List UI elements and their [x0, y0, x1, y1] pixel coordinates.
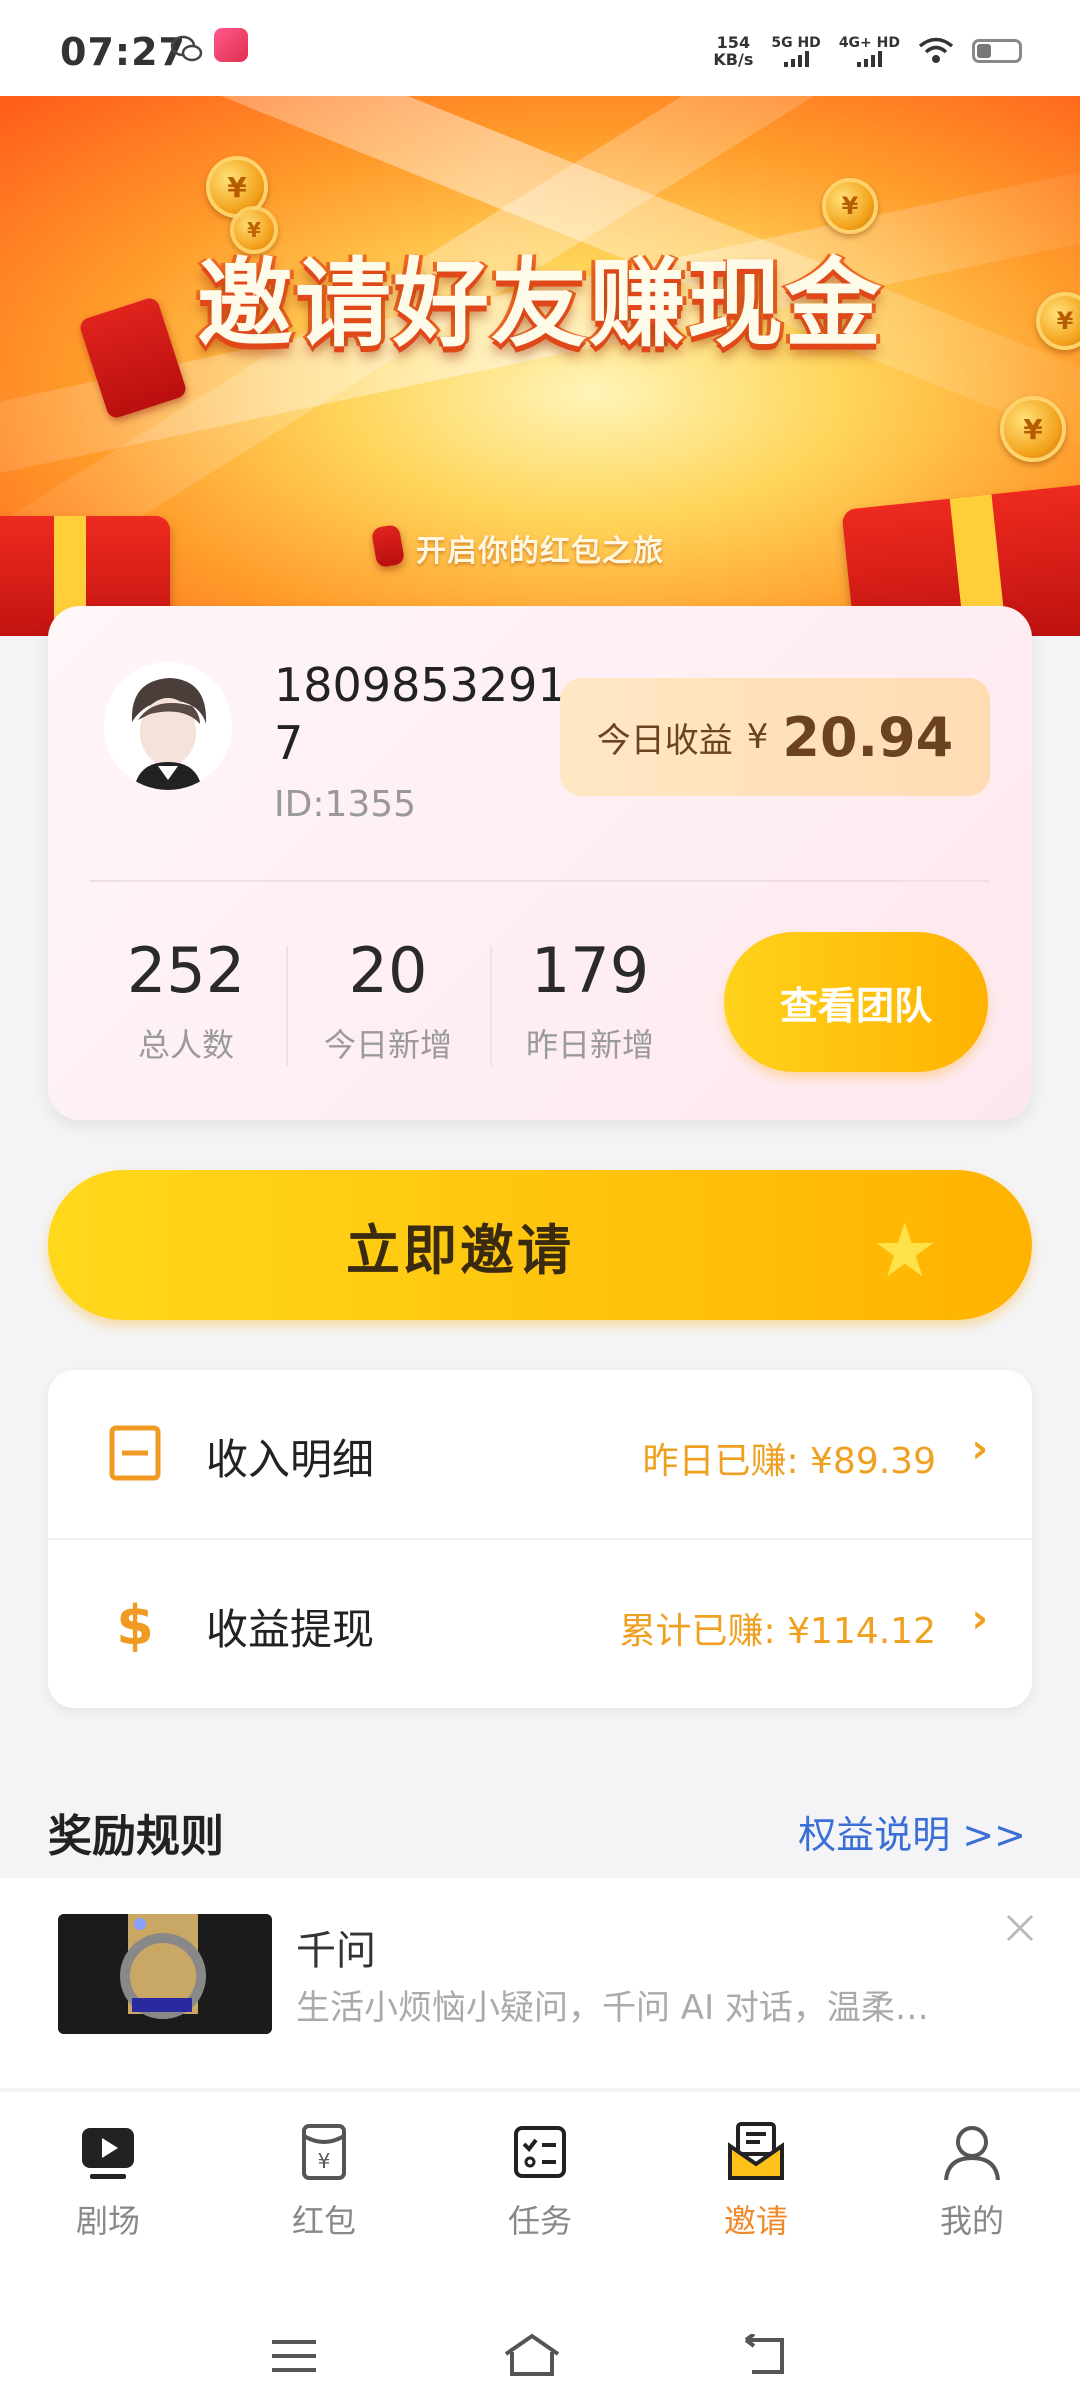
avatar[interactable] — [104, 662, 232, 790]
today-earnings: 今日收益 ¥ 20.94 — [560, 678, 990, 796]
red-envelope-icon: ¥ — [302, 2124, 346, 2180]
status-time: 07:27 — [60, 30, 186, 74]
system-nav-bar — [0, 2292, 1080, 2400]
banner-subtitle: 开启你的红包之旅 — [416, 534, 664, 569]
tab-label: 红包 — [291, 2202, 356, 2240]
tab-red-envelope[interactable]: ¥ 红包 — [216, 2120, 432, 2242]
battery-level — [977, 44, 991, 58]
card-divider — [90, 880, 990, 882]
stat-total: 252 总人数 — [86, 936, 286, 1066]
tab-invite[interactable]: 邀请 — [648, 2120, 864, 2242]
chevron-right-icon: › — [971, 1426, 988, 1472]
ad-tag: 广告 — [146, 2032, 198, 2034]
promo-banner[interactable]: 邀请好友赚现金 开启你的红包之旅 — [0, 96, 1080, 636]
today-earnings-label: 今日收益 — [596, 720, 733, 761]
stat-label: 总人数 — [137, 1026, 234, 1064]
withdraw-title: 收益提现 — [206, 1605, 375, 1654]
view-team-button[interactable]: 查看团队 — [724, 932, 988, 1072]
yesterday-earned: 昨日已赚: ¥89.39 — [642, 1441, 936, 1482]
stat-label: 昨日新增 — [525, 1026, 654, 1064]
tab-label: 邀请 — [723, 2202, 788, 2240]
rules-heading: 奖励规则 — [48, 1811, 224, 1862]
tab-tasks[interactable]: 任务 — [432, 2120, 648, 2242]
income-detail-title: 收入明细 — [206, 1435, 375, 1484]
tab-label: 剧场 — [75, 2202, 140, 2240]
menu-icon[interactable] — [270, 2338, 318, 2378]
invite-now-label: 立即邀请 — [346, 1218, 574, 1282]
profile-icon — [944, 2126, 1000, 2181]
tab-label: 我的 — [939, 2202, 1004, 2240]
stat-yesterday-new: 179 昨日新增 — [490, 936, 690, 1066]
theater-icon — [82, 2128, 134, 2179]
user-id: ID:1355 — [274, 784, 417, 825]
income-detail-row[interactable]: 收入明细 昨日已赚: ¥89.39 › — [48, 1370, 1032, 1538]
wifi-icon — [918, 37, 954, 63]
stat-value: 179 — [530, 934, 650, 1007]
app-notification-icon — [214, 28, 248, 62]
stat-today-new: 20 今日新增 — [288, 936, 488, 1066]
task-icon — [514, 2126, 566, 2178]
close-icon[interactable] — [1000, 1908, 1040, 1948]
signal-5g: 5G HD — [771, 35, 821, 67]
document-icon — [109, 1425, 161, 1481]
bottom-tab-bar: 剧场 ¥ 红包 任务 邀请 我的 — [0, 2092, 1080, 2292]
status-bar: 07:27 154 KB/s 5G HD 4G+ HD — [0, 0, 1080, 96]
user-phone: 18098532917 — [274, 658, 567, 770]
invite-now-button[interactable]: 立即邀请 ★ — [48, 1170, 1032, 1320]
currency-symbol: ¥ — [746, 717, 769, 757]
ad-title: 千问 — [296, 1928, 376, 1974]
withdraw-row[interactable]: $ 收益提现 累计已赚: ¥114.12 › — [48, 1540, 1032, 1708]
tab-label: 任务 — [507, 2202, 572, 2240]
profile-card: 18098532917 ID:1355 今日收益 ¥ 20.94 252 总人数… — [48, 606, 1032, 1120]
star-icon: ★ — [871, 1208, 938, 1294]
invite-icon — [728, 2122, 784, 2180]
dollar-icon: $ — [116, 1594, 154, 1656]
ad-description: 生活小烦恼小疑问，千问 AI 对话，温柔… — [296, 1988, 929, 2028]
stat-label: 今日新增 — [323, 1026, 452, 1064]
earnings-list: 收入明细 昨日已赚: ¥89.39 › $ 收益提现 累计已赚: ¥114.12… — [48, 1370, 1032, 1708]
total-earned: 累计已赚: ¥114.12 — [619, 1611, 936, 1652]
ad-banner[interactable]: 广告 千问 生活小烦恼小疑问，千问 AI 对话，温柔… — [0, 1878, 1080, 2088]
stat-value: 20 — [348, 934, 428, 1007]
svg-text:$: $ — [116, 1594, 154, 1656]
net-speed: 154 KB/s — [713, 33, 754, 69]
banner-title: 邀请好友赚现金 — [197, 248, 883, 360]
today-earnings-value: 20.94 — [782, 705, 954, 769]
chevron-right-icon: › — [971, 1596, 988, 1642]
svg-text:¥: ¥ — [318, 2149, 331, 2173]
tab-theater[interactable]: 剧场 — [0, 2120, 216, 2242]
rights-link[interactable]: 权益说明 >> — [798, 1804, 1026, 1859]
coin-decoration — [1000, 396, 1066, 462]
wechat-icon — [170, 35, 203, 62]
ad-thumbnail[interactable]: 广告 — [58, 1914, 272, 2034]
tab-profile[interactable]: 我的 — [864, 2120, 1080, 2242]
battery-icon — [972, 39, 1022, 63]
home-icon[interactable] — [502, 2332, 562, 2378]
stat-value: 252 — [126, 934, 246, 1007]
back-icon[interactable] — [742, 2334, 790, 2378]
signal-4g: 4G+ HD — [839, 35, 900, 67]
